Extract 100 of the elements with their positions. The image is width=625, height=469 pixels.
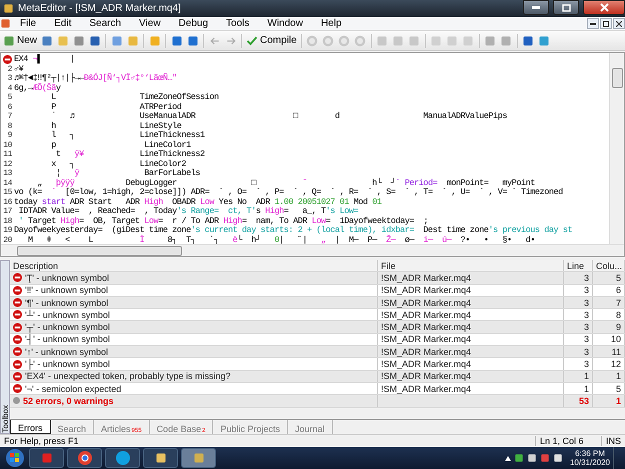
taskbar-app[interactable] bbox=[105, 448, 140, 468]
maximize-button[interactable] bbox=[553, 0, 579, 15]
clock-time: 6:36 PM bbox=[575, 449, 605, 458]
description-text: '┬' - unknown symbol bbox=[25, 322, 110, 332]
code-line: vo (k= ´ [0=low, 1=high, 2=close]]) ADR= ´ , O= ´ , P= ´ , Q= ´ , R= ´ , S= ´ , T= ´ , U= ´ , V= ´ Timezoned bbox=[14, 188, 563, 198]
menu-item[interactable]: Window bbox=[258, 18, 312, 29]
tray-arrow-icon[interactable] bbox=[504, 456, 511, 460]
line-number: 2 bbox=[8, 64, 12, 74]
close-icon bbox=[600, 3, 608, 12]
taskbar-app[interactable] bbox=[181, 448, 216, 468]
menu-item[interactable]: View bbox=[130, 18, 170, 29]
line-number: 13 bbox=[3, 169, 12, 178]
code-line: „ þÿÿÿ DebugLogger □ ˆ h└ ┘´ Period= monPoint= myPoint bbox=[36, 178, 535, 188]
menu-item[interactable]: File bbox=[11, 18, 46, 29]
checkmark-icon bbox=[246, 34, 258, 46]
line-number: 19 bbox=[3, 226, 12, 236]
status-help-text: For Help, press F1 bbox=[3, 436, 80, 446]
file-cell: !SM_ADR Marker.mq4 bbox=[378, 346, 564, 358]
browser-icon bbox=[78, 451, 92, 465]
line-cell: 3 bbox=[564, 284, 593, 296]
clock[interactable]: 6:36 PM 10/31/2020 bbox=[570, 449, 610, 467]
restore-button[interactable] bbox=[600, 18, 612, 29]
column-header[interactable]: Description bbox=[10, 260, 378, 272]
column-header[interactable]: Line bbox=[564, 260, 593, 272]
line-cell: 3 bbox=[564, 309, 593, 320]
file-cell: !SM_ADR Marker.mq4 bbox=[378, 382, 564, 394]
code-line: EX4 ¬▌ | bbox=[14, 55, 74, 64]
minimize-button[interactable] bbox=[587, 18, 599, 29]
new-button[interactable]: New bbox=[2, 32, 38, 49]
line-number: 4 bbox=[8, 84, 12, 93]
file-cell: !SM_ADR Marker.mq4 bbox=[378, 284, 564, 296]
menu-item[interactable]: Edit bbox=[45, 18, 80, 29]
back-arrow-icon bbox=[208, 34, 221, 46]
menu-item[interactable]: Debug bbox=[170, 18, 218, 29]
code-line: ¦ ÿ BarForLabels bbox=[54, 169, 200, 178]
file-cell: !SM_ADR Marker.mq4 bbox=[378, 321, 564, 333]
code-line: Dayofweekyesterday= (giDest time zone's current day starts: 2 + (local time), idxbar= Dest time zone's previous day st bbox=[14, 226, 572, 235]
column-cell: 8 bbox=[593, 309, 625, 320]
toolbox-tab[interactable]: Errors bbox=[10, 420, 50, 434]
menu-item[interactable]: Tools bbox=[217, 18, 258, 29]
line-cell: 1 bbox=[564, 370, 593, 382]
line-cell: 53 bbox=[564, 395, 593, 407]
column-cell: 1 bbox=[593, 395, 625, 407]
description-text: 'EX4' - unexpected token, probably type is missing? bbox=[25, 371, 231, 382]
code-editor[interactable] bbox=[0, 52, 625, 257]
info-icon bbox=[13, 397, 20, 404]
minimize-button[interactable] bbox=[523, 0, 549, 15]
vertical-scrollbar[interactable] bbox=[609, 53, 624, 244]
file-cell: !SM_ADR Marker.mq4 bbox=[378, 334, 564, 346]
column-cell: 7 bbox=[593, 296, 625, 308]
line-number: 9 bbox=[8, 131, 12, 140]
column-cell: 5 bbox=[593, 382, 625, 394]
close-icon bbox=[616, 20, 622, 26]
clock-date: 10/31/2020 bbox=[570, 458, 610, 467]
forward-arrow-icon bbox=[224, 34, 237, 46]
taskbar-app[interactable] bbox=[143, 448, 178, 468]
menu-item[interactable]: Search bbox=[80, 18, 130, 29]
insert-mode: INS bbox=[601, 436, 625, 446]
code-line: 6g,→ÆÕ(Šãy bbox=[14, 84, 61, 93]
code-line: ♂¥ bbox=[14, 64, 24, 74]
error-icon bbox=[13, 273, 22, 282]
line-number: 8 bbox=[8, 122, 12, 131]
description-text: '┴' - unknown symbol bbox=[25, 310, 110, 320]
minimize-icon bbox=[590, 22, 596, 24]
line-number: 15 bbox=[3, 188, 12, 198]
code-line: IDTADR Value= , Reached= , Today's Range= ct, T's High= a_, T's Low= bbox=[18, 207, 358, 216]
menu-item[interactable]: Help bbox=[312, 18, 351, 29]
file-cell: !SM_ADR Marker.mq4 bbox=[378, 296, 564, 308]
code-line: today start ADR Start ADR High OBADR Low Yes No ADR 1.00 20051027 01 Mod 01 bbox=[14, 198, 382, 206]
code-line: L TimeZoneOfSession bbox=[50, 93, 219, 102]
code-line: h LineStyle bbox=[50, 122, 182, 130]
minimize-icon bbox=[532, 6, 540, 9]
horizontal-scrollbar[interactable] bbox=[1, 244, 624, 256]
column-header[interactable]: File bbox=[378, 260, 564, 272]
line-number: 5 bbox=[8, 93, 12, 102]
close-button[interactable] bbox=[583, 0, 625, 15]
column-cell: 6 bbox=[593, 284, 625, 296]
line-number: 16 bbox=[3, 198, 12, 207]
restore-icon bbox=[603, 20, 609, 26]
compile-button[interactable]: Compile bbox=[245, 32, 298, 49]
description-text: '↑' - unknown symbol bbox=[25, 346, 108, 357]
line-number: 10 bbox=[3, 140, 12, 150]
line-cell: 3 bbox=[564, 321, 593, 333]
line-number: 6 bbox=[8, 102, 12, 112]
file-cell: !SM_ADR Marker.mq4 bbox=[378, 370, 564, 382]
column-cell: 5 bbox=[593, 272, 625, 284]
line-cell: 3 bbox=[564, 346, 593, 358]
window-title: MetaEditor - [!SM_ADR Marker.mq4] bbox=[18, 3, 182, 14]
code-line: ˙ ♬ UseManualADR □ d ManualADRValuePips bbox=[50, 112, 507, 122]
close-button[interactable] bbox=[613, 18, 625, 29]
description-text: '├' - unknown symbol bbox=[25, 359, 110, 370]
line-number: 12 bbox=[3, 160, 12, 169]
taskbar-app[interactable] bbox=[67, 448, 102, 468]
column-cell: 11 bbox=[593, 346, 625, 358]
start-button[interactable] bbox=[4, 448, 26, 468]
line-number: 20 bbox=[3, 236, 12, 244]
column-header[interactable]: Colu... bbox=[593, 260, 625, 272]
code-line: P ATRPeriod bbox=[50, 102, 182, 112]
line-number: 18 bbox=[3, 216, 12, 226]
file-cell: !SM_ADR Marker.mq4 bbox=[378, 272, 564, 284]
